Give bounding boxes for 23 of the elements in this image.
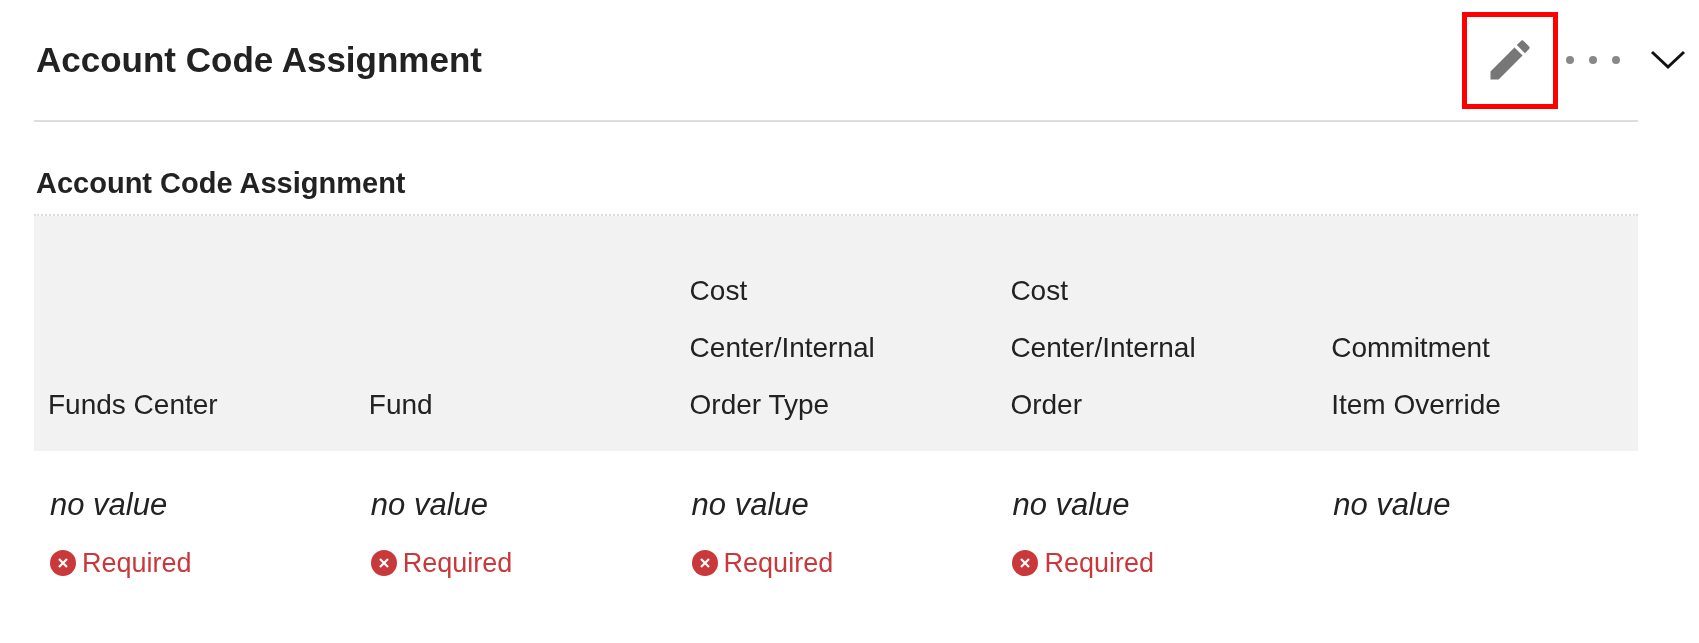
required-message: Required (82, 547, 192, 580)
required-message: Required (402, 547, 513, 580)
field-value: no value (50, 486, 168, 524)
field-value: no value (691, 486, 809, 524)
column-header: Cost Center/Internal Order (1009, 274, 1197, 422)
required-message: Required (723, 547, 834, 580)
field-value: no value (1012, 486, 1130, 524)
column-header: Fund (367, 388, 434, 422)
column-header: Funds Center (47, 388, 219, 422)
chevron-down-icon (1650, 50, 1686, 70)
field-value: no value (1333, 486, 1451, 524)
edit-button[interactable] (1462, 11, 1558, 109)
panel-title: Account Code Assignment (36, 38, 482, 81)
error-icon (691, 550, 718, 577)
column-header: Commitment Item Override (1330, 331, 1502, 422)
error-icon (1012, 550, 1039, 577)
column-header: Cost Center/Internal Order Type (688, 274, 876, 422)
more-icon (1565, 55, 1621, 65)
required-message: Required (1044, 547, 1154, 580)
error-icon (50, 550, 76, 577)
field-value: no value (370, 486, 488, 524)
section-title: Account Code Assignment (36, 166, 407, 201)
error-icon (370, 550, 397, 577)
